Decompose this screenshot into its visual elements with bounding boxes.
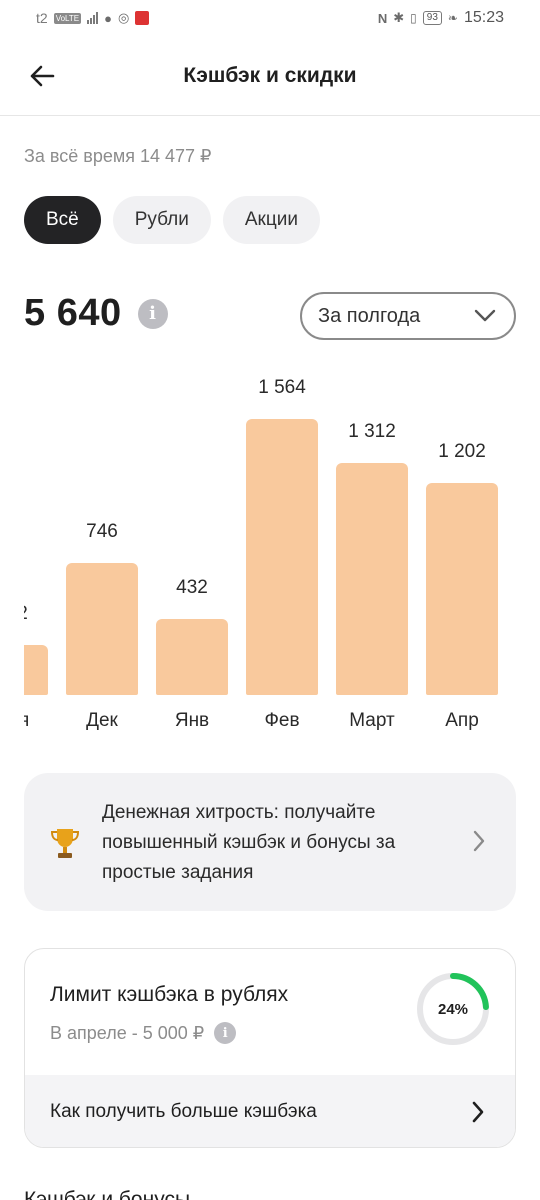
limit-subtitle-row: В апреле - 5 000 ₽ i [50,1022,237,1044]
app-notification-icon [135,11,150,25]
limit-subtitle: В апреле - 5 000 ₽ [50,1022,205,1043]
all-time-total: За всё время 14 477 ₽ [24,146,212,166]
battery-icon: 93 [422,11,442,25]
next-section-title: Кэшбэк и бонусы [24,1188,191,1200]
month-tick-label: Апр [445,710,479,731]
chevron-right-icon [472,1101,484,1123]
chart-bar[interactable] [66,563,138,695]
chart-bar[interactable] [426,482,498,695]
bar-value-label: 432 [176,576,208,598]
app-bar: Кэшбэк и скидки [0,36,540,116]
filter-chips: Всё Рубли Акции [24,196,320,244]
nfc-icon: N [377,10,388,26]
bar-value-label: 282 [24,603,57,625]
summary: 5 640 i [24,292,168,335]
bluetooth-icon: ✱ [393,10,405,25]
filter-chip-promotions[interactable]: Акции [222,196,320,244]
filter-chip-all[interactable]: Всё [24,196,101,244]
month-tick-label: Фев [264,710,300,731]
chevron-down-icon [474,309,496,322]
month-tick-label: Март [349,710,395,731]
signal-icon [87,12,99,24]
promo-text: Денежная хитрость: получайте повышенный … [102,802,396,883]
month-tick-label: Янв [174,710,210,731]
filter-chip-rubles[interactable]: Рубли [112,196,211,244]
chart-bar[interactable] [24,645,48,695]
bar-value-label: 746 [86,521,118,543]
carrier-label: t2 [36,10,48,26]
cashback-limit-card: Лимит кэшбэка в рублях В апреле - 5 000 … [24,948,516,1148]
period-dropdown[interactable]: За полгода [300,292,516,340]
promo-card[interactable]: Денежная хитрость: получайте повышенный … [24,773,516,911]
page-title: Кэшбэк и скидки [183,64,357,87]
more-cashback-label: Как получить больше кэшбэка [50,1101,317,1122]
limit-percent: 24% [437,1000,469,1018]
volte-badge: VoLTE [53,12,82,24]
chart-bar[interactable] [156,618,228,695]
month-tick-label: Ноя [24,710,30,731]
cashback-total-value: 5 640 [24,292,122,334]
chat-icon: ● [104,10,112,26]
cashback-bar-chart: 282 Ноя 746 Дек 432 Янв 1 564 Фев 1 312 Март 1 202… [24,360,516,750]
trophy-icon [50,829,80,858]
bar-value-label: 1 312 [348,421,396,443]
bar-value-label: 1 564 [258,377,306,398]
check-circle-icon: ◎ [117,10,130,25]
status-bar: t2 VoLTE ● ◎ N ✱ ▯ 93 ❧ 15:23 [0,0,540,36]
limit-title: Лимит кэшбэка в рублях [50,983,289,1006]
chart-bar[interactable] [246,419,318,695]
leaf-icon: ❧ [447,11,458,25]
period-dropdown-label: За полгода [318,304,421,327]
month-tick-label: Дек [86,710,118,731]
vibrate-icon: ▯ [410,11,417,25]
info-icon[interactable]: i [137,298,168,329]
info-icon[interactable]: i [214,1022,237,1044]
more-cashback-link[interactable]: Как получить больше кэшбэка [25,1075,515,1147]
clock: 15:23 [463,9,504,26]
chevron-right-icon [473,830,485,852]
chart-bar[interactable] [336,463,408,695]
bar-value-label: 1 202 [438,440,486,462]
